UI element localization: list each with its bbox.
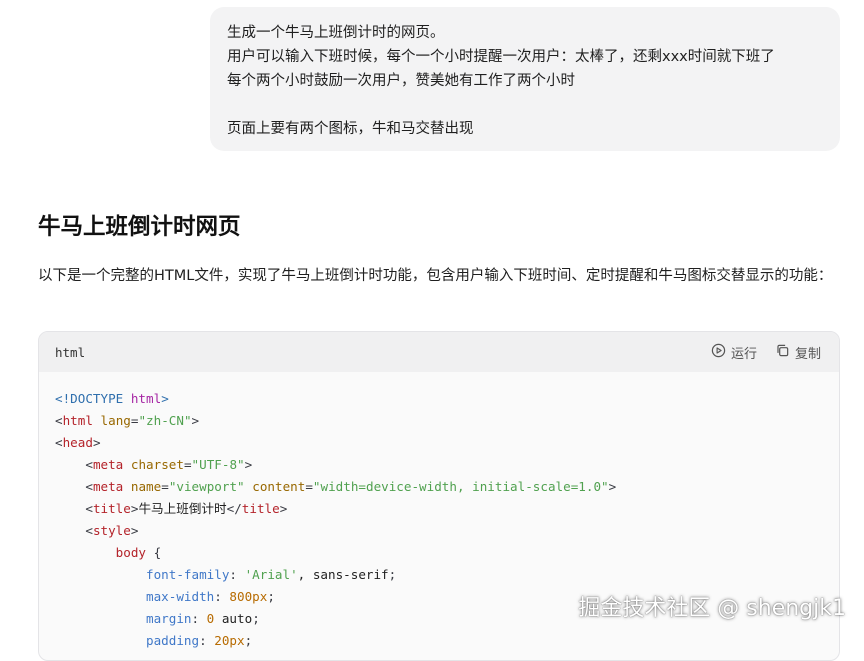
copy-button-label: 复制 xyxy=(794,346,821,362)
code-line: <head> xyxy=(55,435,101,450)
answer-title: 牛马上班倒计时网页 xyxy=(38,214,241,240)
run-button-label: 运行 xyxy=(730,346,757,362)
copy-button[interactable]: 复制 xyxy=(775,343,821,362)
copy-icon xyxy=(775,343,790,362)
user-message-line: 生成一个牛马上班倒计时的网页。 xyxy=(227,25,445,41)
code-line: <title>牛马上班倒计时</title> xyxy=(85,501,288,516)
user-message-line: 页面上要有两个图标，牛和马交替出现 xyxy=(227,121,474,137)
code-line: <html lang="zh-CN"> xyxy=(55,413,200,428)
code-line: <style> xyxy=(85,523,139,538)
user-message-line: 每个两个小时鼓励一次用户，赞美她有工作了两个小时 xyxy=(227,73,575,89)
code-line: padding: 20px; xyxy=(146,633,253,648)
user-message-line: 用户可以输入下班时候，每个一个小时提醒一次用户：太棒了，还剩xxx时间就下班了 xyxy=(227,49,775,65)
code-line: <meta name="viewport" content="width=dev… xyxy=(85,479,617,494)
code-line: <!DOCTYPE html> xyxy=(55,391,169,406)
code-language-label: html xyxy=(55,344,86,360)
user-message-bubble: 生成一个牛马上班倒计时的网页。 用户可以输入下班时候，每个一个小时提醒一次用户：… xyxy=(210,7,840,151)
run-button[interactable]: 运行 xyxy=(711,343,757,362)
user-message-blank-line xyxy=(227,93,830,117)
code-block-header: html 运行 复制 xyxy=(39,332,839,372)
code-actions: 运行 复制 xyxy=(711,343,821,362)
code-line: <meta charset="UTF-8"> xyxy=(85,457,253,472)
answer-intro: 以下是一个完整的HTML文件，实现了牛马上班倒计时功能，包含用户输入下班时间、定… xyxy=(38,268,833,284)
code-line: body { xyxy=(115,545,162,560)
play-circle-icon xyxy=(711,343,726,362)
watermark: 掘金技术社区 @ shengjk1 xyxy=(578,596,846,621)
code-line: font-family: 'Arial', sans-serif; xyxy=(146,567,397,582)
